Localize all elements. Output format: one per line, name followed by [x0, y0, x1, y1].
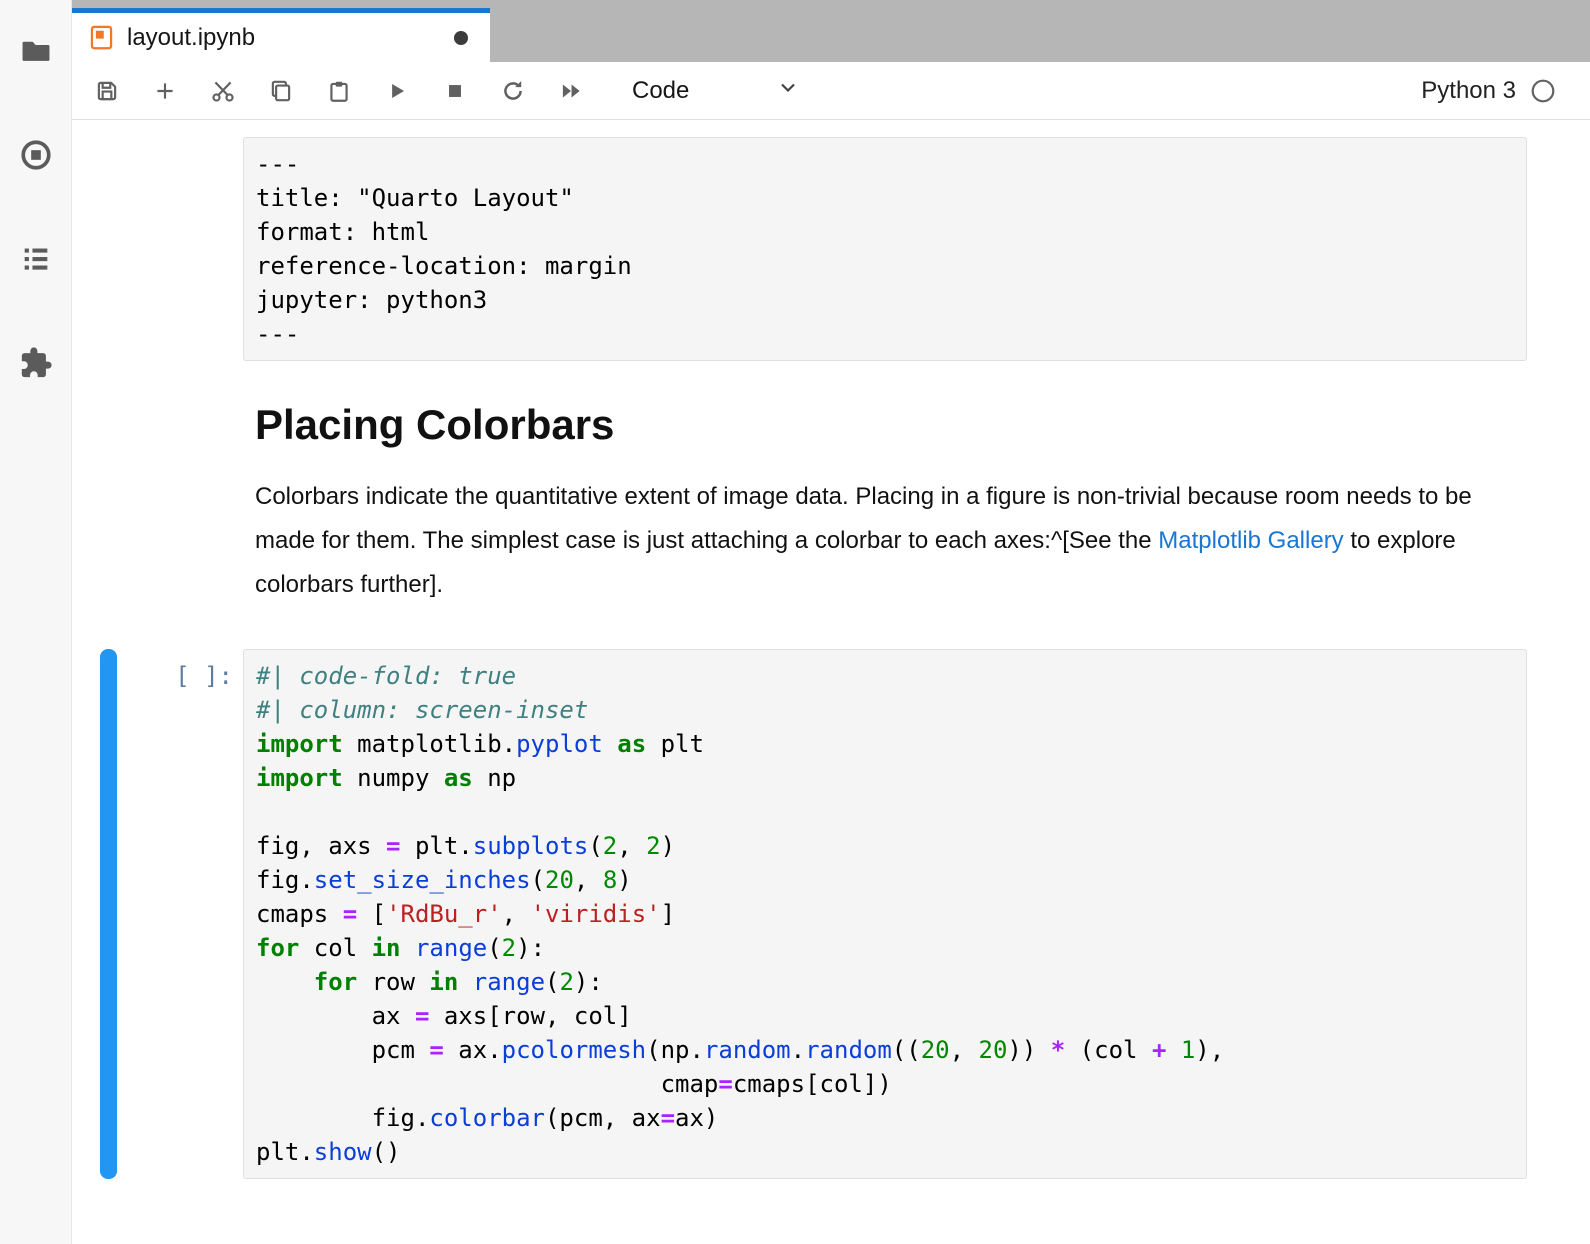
markdown-rendered[interactable]: Placing Colorbars Colorbars indicate the…: [243, 391, 1527, 607]
selected-cell-collapser[interactable]: [100, 649, 117, 1179]
tab-layout-ipynb[interactable]: layout.ipynb: [72, 8, 490, 62]
cell-type-dropdown[interactable]: Code: [632, 75, 800, 106]
chevron-down-icon: [776, 75, 800, 106]
sidebar-item-running-kernels[interactable]: [19, 138, 53, 172]
interrupt-kernel-button[interactable]: [432, 68, 478, 114]
restart-run-all-button[interactable]: [548, 68, 594, 114]
restart-kernel-button[interactable]: [490, 68, 536, 114]
copy-icon: [268, 78, 294, 104]
notebook-file-icon: [88, 24, 115, 51]
markdown-cell: Placing Colorbars Colorbars indicate the…: [72, 391, 1590, 607]
frontmatter-text: --- title: "Quarto Layout" format: html …: [256, 147, 1514, 351]
play-icon: [384, 78, 410, 104]
execution-count-prompt: [ ]:: [117, 649, 243, 1179]
sidebar-item-extension-manager[interactable]: [19, 346, 53, 380]
cell-prompt: [117, 391, 243, 607]
heading-placing-colorbars: Placing Colorbars: [255, 401, 1515, 449]
code-cell: [ ]: #| code-fold: true #| column: scree…: [72, 649, 1590, 1179]
running-icon: [19, 138, 53, 172]
folder-icon: [19, 34, 53, 68]
code-text: #| code-fold: true #| column: screen-ins…: [256, 659, 1514, 1169]
save-icon: [94, 78, 120, 104]
sidebar-item-file-browser[interactable]: [19, 34, 53, 68]
cell-prompt: [117, 137, 243, 361]
insert-cell-button[interactable]: [142, 68, 188, 114]
raw-cell-frontmatter: --- title: "Quarto Layout" format: html …: [72, 137, 1590, 361]
matplotlib-gallery-link[interactable]: Matplotlib Gallery: [1158, 527, 1343, 554]
activity-bar: [0, 0, 72, 1244]
run-cell-button[interactable]: [374, 68, 420, 114]
kernel-idle-circle-icon[interactable]: [1530, 78, 1556, 104]
restart-icon: [500, 78, 526, 104]
jupyterlab-window: layout.ipynb: [0, 0, 1590, 1244]
notebook-content: --- title: "Quarto Layout" format: html …: [72, 120, 1590, 1244]
stop-icon: [442, 78, 468, 104]
plus-icon: [152, 78, 178, 104]
unsaved-changes-indicator[interactable]: [454, 31, 468, 45]
cell-type-value: Code: [632, 77, 689, 105]
notebook-toolbar: Code Python 3: [72, 62, 1590, 120]
kernel-indicator: Python 3: [1421, 77, 1556, 105]
code-cell-editor[interactable]: #| code-fold: true #| column: screen-ins…: [243, 649, 1527, 1179]
fast-forward-icon: [558, 78, 584, 104]
paste-cells-button[interactable]: [316, 68, 362, 114]
cut-cells-button[interactable]: [200, 68, 246, 114]
kernel-name[interactable]: Python 3: [1421, 77, 1516, 105]
scissors-icon: [210, 78, 236, 104]
raw-cell-editor[interactable]: --- title: "Quarto Layout" format: html …: [243, 137, 1527, 361]
copy-cells-button[interactable]: [258, 68, 304, 114]
markdown-paragraph: Colorbars indicate the quantitative exte…: [255, 475, 1505, 607]
tab-title: layout.ipynb: [127, 24, 454, 52]
toc-icon: [19, 242, 53, 276]
cell-collapser[interactable]: [100, 391, 117, 607]
sidebar-item-table-of-contents[interactable]: [19, 242, 53, 276]
puzzle-icon: [19, 346, 53, 380]
tab-bar: layout.ipynb: [72, 0, 1590, 62]
paste-icon: [326, 78, 352, 104]
save-button[interactable]: [84, 68, 130, 114]
cell-collapser[interactable]: [100, 137, 117, 361]
